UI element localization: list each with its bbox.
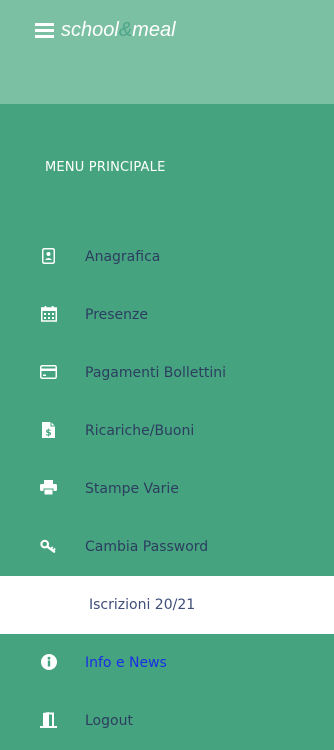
menu-item-anagrafica[interactable]: Anagrafica	[0, 228, 334, 286]
menu-item-pagamenti-bollettini[interactable]: Pagamenti Bollettini	[0, 344, 334, 402]
hamburger-menu-icon[interactable]	[35, 22, 54, 38]
id-card-icon	[40, 247, 57, 264]
svg-text:$: $	[45, 428, 51, 438]
menu-item-info-news[interactable]: Info e News	[0, 634, 334, 692]
menu-label: Cambia Password	[85, 539, 209, 555]
key-icon	[40, 537, 57, 554]
menu-label: Presenze	[85, 307, 148, 323]
menu-item-stampe-varie[interactable]: Stampe Varie	[0, 460, 334, 518]
brand-meal: meal	[132, 19, 176, 41]
invoice-dollar-icon: $	[40, 421, 57, 438]
brand-school: school	[61, 19, 119, 41]
menu-label: Iscrizioni 20/21	[89, 597, 196, 613]
credit-card-icon	[40, 363, 57, 380]
menu-item-cambia-password[interactable]: Cambia Password	[0, 518, 334, 576]
menu-section-title: MENU PRINCIPALE	[45, 160, 166, 175]
calendar-icon	[40, 305, 57, 322]
app-header: school&meal	[0, 0, 334, 104]
menu-item-logout[interactable]: Logout	[0, 692, 334, 750]
info-icon	[40, 653, 57, 670]
menu-label: Ricariche/Buoni	[85, 423, 195, 439]
door-exit-icon	[40, 711, 57, 728]
printer-icon	[40, 479, 57, 496]
menu-label: Info e News	[85, 655, 167, 671]
menu-label: Stampe Varie	[85, 481, 179, 497]
menu-item-iscrizioni[interactable]: Iscrizioni 20/21	[0, 576, 334, 634]
brand-ampersand: &	[118, 19, 133, 41]
menu-item-ricariche-buoni[interactable]: $ Ricariche/Buoni	[0, 402, 334, 460]
menu-label: Pagamenti Bollettini	[85, 365, 227, 381]
menu-label: Logout	[85, 713, 133, 729]
brand-logo[interactable]: school&meal	[35, 18, 176, 42]
menu-label: Anagrafica	[85, 249, 161, 265]
menu-item-presenze[interactable]: Presenze	[0, 286, 334, 344]
